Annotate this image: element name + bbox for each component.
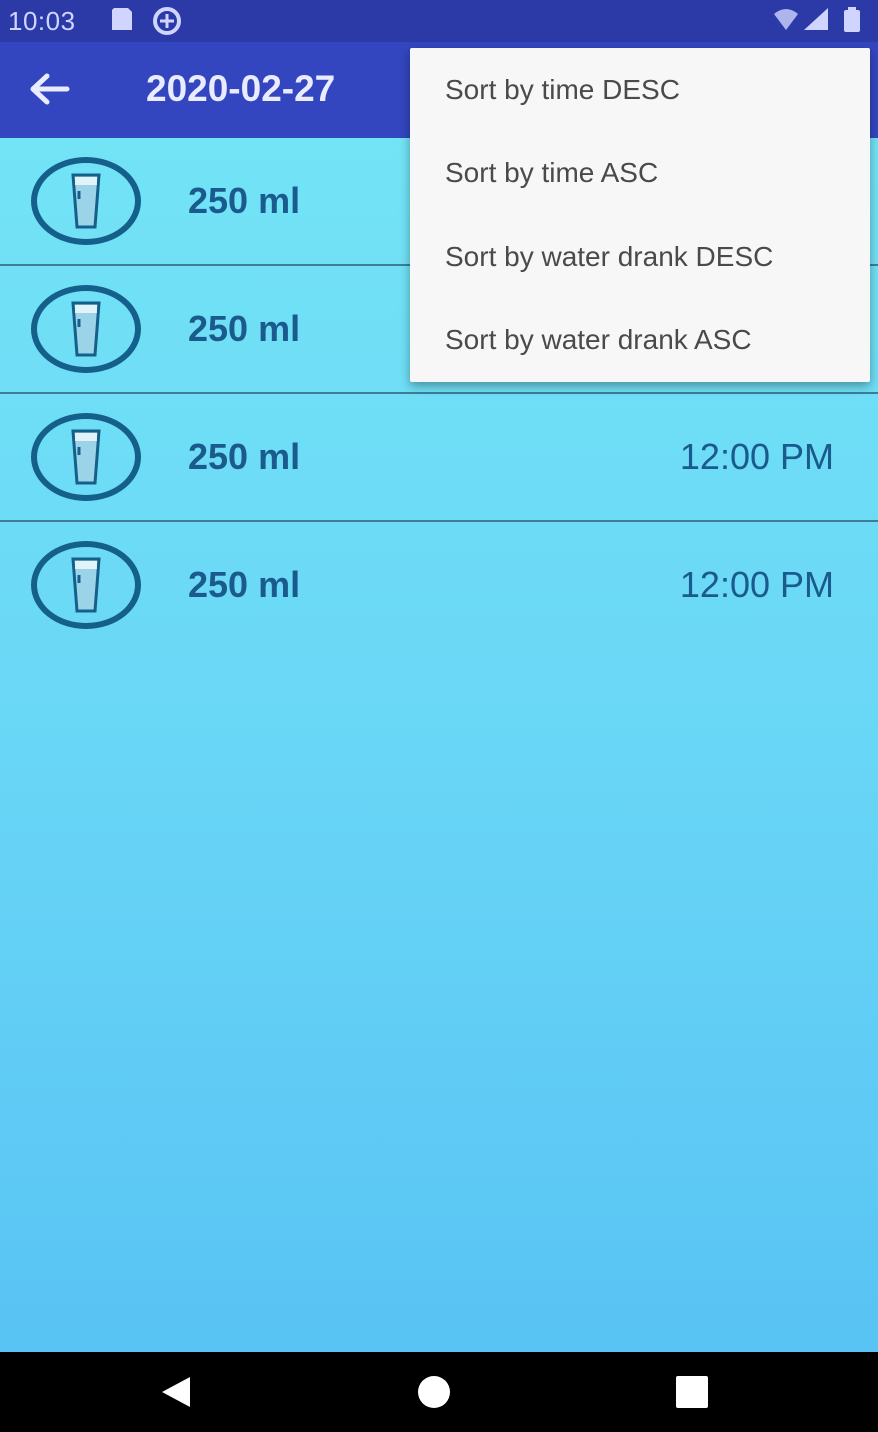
menu-item-sort-time-desc[interactable]: Sort by time DESC xyxy=(410,48,870,131)
nav-recents-button[interactable] xyxy=(672,1374,712,1410)
status-time: 10:03 xyxy=(8,6,76,36)
status-bar: 10:03 xyxy=(0,0,878,42)
page-title: 2020-02-27 xyxy=(146,68,336,109)
navigation-bar xyxy=(0,1352,878,1432)
time-label: 12:00 PM xyxy=(679,564,834,605)
amount-label: 250 ml xyxy=(188,180,301,221)
nav-back-button[interactable] xyxy=(156,1374,196,1410)
water-glass-icon xyxy=(31,157,141,245)
water-glass-icon xyxy=(31,285,141,373)
water-glass-icon xyxy=(31,541,141,629)
circle-home-icon xyxy=(414,1376,454,1414)
list-item[interactable]: 250 ml 12:00 PM xyxy=(0,522,878,650)
data-saver-icon xyxy=(150,6,184,41)
nav-home-button[interactable] xyxy=(414,1374,454,1410)
sort-menu: Sort by time DESC Sort by time ASC Sort … xyxy=(410,48,870,382)
time-label: 12:00 PM xyxy=(679,436,834,477)
signal-icon xyxy=(802,6,830,37)
water-glass-icon xyxy=(31,413,141,501)
amount-label: 250 ml xyxy=(188,564,301,605)
amount-label: 250 ml xyxy=(188,436,301,477)
menu-item-sort-water-asc[interactable]: Sort by water drank ASC xyxy=(410,298,870,381)
menu-item-label: Sort by water drank DESC xyxy=(445,241,774,272)
menu-item-sort-water-desc[interactable]: Sort by water drank DESC xyxy=(410,215,870,298)
menu-item-sort-time-asc[interactable]: Sort by time ASC xyxy=(410,131,870,214)
menu-item-label: Sort by time DESC xyxy=(445,74,680,105)
back-button[interactable] xyxy=(22,64,76,118)
menu-item-label: Sort by water drank ASC xyxy=(445,324,752,355)
menu-item-label: Sort by time ASC xyxy=(445,157,659,188)
wifi-icon xyxy=(772,6,800,37)
amount-label: 250 ml xyxy=(188,308,301,349)
list-item[interactable]: 250 ml 12:00 PM xyxy=(0,394,878,522)
sd-card-icon xyxy=(110,6,134,37)
battery-icon xyxy=(842,6,862,39)
triangle-back-icon xyxy=(156,1377,196,1414)
screen: 10:03 2020-02-27 250 ml 250 ml 250 ml 12… xyxy=(0,0,878,1432)
square-recents-icon xyxy=(672,1376,712,1414)
arrow-left-icon xyxy=(27,71,71,112)
